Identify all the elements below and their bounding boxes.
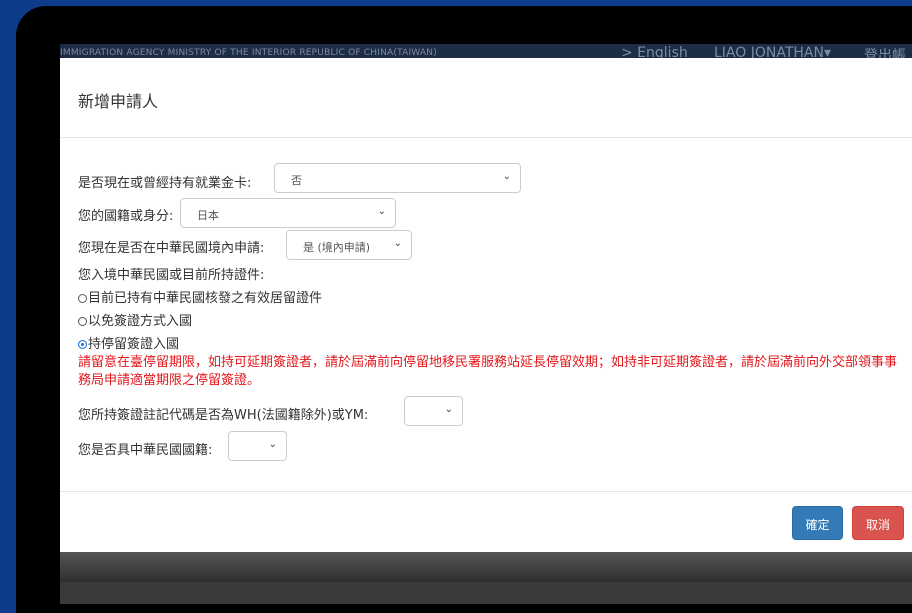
confirm-button[interactable]: 確定: [792, 506, 843, 540]
radio-label: 目前已持有中華民國核發之有效居留證件: [88, 291, 323, 306]
radio-label: 以免簽證方式入國: [88, 314, 193, 329]
gold-card-value: 否: [291, 174, 302, 187]
chevron-down-icon: ⌄: [377, 206, 386, 217]
stay-period-warning: 請留意在臺停留期限，如持可延期簽證者，請於屆滿前向停留地移民署服務站延長停留效期…: [78, 355, 898, 388]
in-taiwan-select[interactable]: 是 (境內申請) ⌄: [286, 230, 412, 260]
in-taiwan-value: 是 (境內申請): [303, 241, 371, 254]
cancel-button[interactable]: 取消: [852, 506, 904, 540]
roc-nationality-select[interactable]: ⌄: [228, 431, 287, 461]
radio-option-resident-permit[interactable]: 目前已持有中華民國核發之有效居留證件: [78, 287, 322, 306]
nationality-label: 您的國籍或身分:: [78, 209, 174, 224]
page-backdrop: [60, 552, 912, 582]
radio-icon: [78, 317, 87, 326]
modal-footer: 確定 取消: [60, 491, 912, 553]
roc-nationality-label: 您是否具中華民國國籍:: [78, 443, 213, 458]
radio-icon: [78, 294, 87, 303]
visa-code-label: 您所持簽證註記代碼是否為WH(法國籍除外)或YM:: [78, 408, 369, 423]
device-bezel: IMMIGRATION AGENCY MINISTRY OF THE INTER…: [16, 6, 912, 613]
gold-card-select[interactable]: 否 ⌄: [274, 163, 521, 193]
nationality-select[interactable]: 日本 ⌄: [180, 198, 396, 228]
visa-code-select[interactable]: ⌄: [404, 396, 463, 426]
browser-screen: IMMIGRATION AGENCY MINISTRY OF THE INTER…: [60, 44, 912, 604]
modal-header: 新增申請人: [60, 58, 912, 138]
document-label: 您入境中華民國或目前所持證件:: [78, 268, 265, 283]
agency-name: IMMIGRATION AGENCY MINISTRY OF THE INTER…: [60, 48, 437, 58]
gold-card-label: 是否現在或曾經持有就業金卡:: [78, 176, 252, 191]
radio-option-visitor-visa[interactable]: 持停留簽證入國: [78, 333, 179, 352]
chevron-down-icon: ⌄: [393, 238, 402, 249]
radio-label: 持停留簽證入國: [88, 337, 180, 352]
add-applicant-modal: 新增申請人 是否現在或曾經持有就業金卡: 否 ⌄ 您的國籍或身分: 日本 ⌄ 您…: [60, 58, 912, 552]
nationality-value: 日本: [197, 209, 219, 222]
radio-option-visa-exempt[interactable]: 以免簽證方式入國: [78, 310, 192, 329]
in-taiwan-label: 您現在是否在中華民國境內申請:: [78, 241, 265, 256]
radio-selected-icon: [78, 340, 87, 349]
chevron-down-icon: ⌄: [502, 171, 511, 182]
modal-title: 新增申請人: [78, 92, 159, 111]
chevron-down-icon: ⌄: [444, 404, 453, 415]
chevron-down-icon: ⌄: [268, 439, 277, 450]
